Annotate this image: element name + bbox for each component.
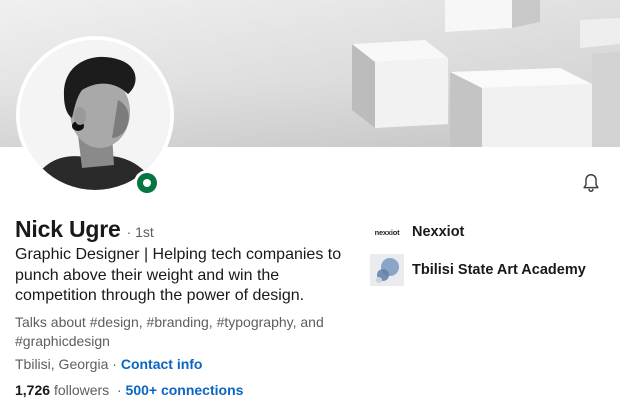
profile-headline: Graphic Designer | Helping tech companie…: [15, 246, 342, 304]
online-status-ring: [137, 173, 157, 193]
location-text: Tbilisi, Georgia: [15, 356, 109, 372]
connection-degree: · 1st: [126, 224, 154, 240]
stats-row: 1,726 followers · 500+ connections: [15, 382, 243, 398]
company-name: Nexxiot: [412, 224, 465, 240]
experience-item-academy[interactable]: Tbilisi State Art Academy: [370, 254, 586, 286]
bell-icon[interactable]: [578, 170, 604, 196]
avatar-portrait-graphic: [20, 40, 170, 190]
academy-logo: [370, 254, 404, 286]
nexxiot-logo-text: nexxiot: [374, 227, 400, 237]
location-row: Tbilisi, Georgia · Contact info: [15, 356, 202, 372]
profile-name: Nick Ugre: [15, 216, 121, 242]
connections-link[interactable]: 500+ connections: [126, 382, 244, 398]
name-row: Nick Ugre · 1st: [15, 216, 154, 243]
nexxiot-logo: nexxiot: [370, 216, 404, 248]
experience-item-nexxiot[interactable]: nexxiot Nexxiot: [370, 216, 465, 248]
online-status-center: [143, 179, 151, 187]
contact-info-link[interactable]: Contact info: [121, 356, 203, 372]
academy-logo-graphic: [370, 254, 404, 286]
avatar: [20, 40, 170, 190]
followers-count: 1,726: [15, 382, 51, 398]
stats-separator: ·: [116, 382, 122, 398]
online-status-icon: [134, 170, 160, 196]
bell-icon-glyph: [583, 174, 599, 192]
talks-about: Talks about #design, #branding, #typogra…: [15, 314, 324, 349]
followers-label: followers: [53, 382, 110, 398]
location-separator: ·: [112, 356, 117, 372]
school-name: Tbilisi State Art Academy: [412, 262, 586, 278]
